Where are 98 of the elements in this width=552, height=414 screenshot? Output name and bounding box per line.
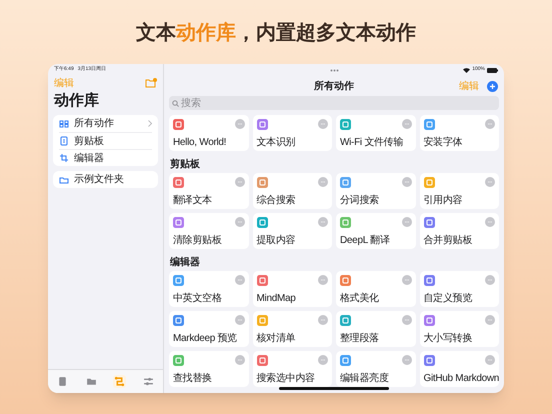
page-title: 所有动作 bbox=[314, 80, 354, 94]
action-tile[interactable]: 引用内容 bbox=[420, 173, 499, 209]
tab-item[interactable] bbox=[142, 375, 156, 388]
action-tile[interactable]: Wi-Fi 文件传输 bbox=[336, 115, 416, 151]
flow-icon bbox=[114, 376, 126, 387]
more-icon[interactable] bbox=[234, 315, 244, 325]
chevron-icon bbox=[148, 120, 152, 127]
more-icon[interactable] bbox=[318, 315, 328, 325]
action-label: 自定义预览 bbox=[424, 293, 474, 304]
search-icon bbox=[172, 100, 179, 106]
folder-icon bbox=[86, 376, 97, 387]
action-label: Markdeep 预览 bbox=[173, 333, 238, 344]
action-label: 查找替换 bbox=[173, 373, 213, 384]
battery-icon bbox=[487, 68, 498, 72]
plus-icon[interactable] bbox=[487, 80, 498, 92]
more-icon[interactable] bbox=[402, 275, 412, 285]
action-tile[interactable]: 综合搜索 bbox=[252, 173, 332, 209]
action-tile[interactable]: 文本识别 bbox=[252, 115, 332, 151]
folder-add-icon[interactable] bbox=[145, 78, 157, 88]
action-tile[interactable]: 自定义预览 bbox=[420, 271, 499, 307]
more-icon[interactable] bbox=[318, 275, 328, 285]
sidebar-item[interactable]: 编辑器 bbox=[59, 149, 152, 166]
action-label: 提取内容 bbox=[256, 235, 296, 246]
sliders-icon bbox=[143, 376, 154, 387]
section-title: 编辑器 bbox=[169, 256, 201, 270]
action-label: 大小写转换 bbox=[424, 333, 474, 344]
more-icon[interactable] bbox=[485, 177, 495, 187]
more-icon[interactable] bbox=[402, 177, 412, 187]
action-tile[interactable]: Hello, World! bbox=[169, 115, 248, 151]
action-tile[interactable]: 提取内容 bbox=[252, 213, 332, 249]
action-tile[interactable]: 搜索选中内容 bbox=[252, 351, 332, 387]
more-icon[interactable] bbox=[402, 119, 412, 129]
headline: 文本动作库，内置超多文本动作 bbox=[136, 20, 416, 46]
more-icon[interactable] bbox=[402, 315, 412, 325]
crop-icon bbox=[59, 153, 69, 163]
wifi-icon bbox=[463, 68, 470, 72]
action-tile[interactable]: 格式美化 bbox=[336, 271, 416, 307]
tab-item[interactable] bbox=[113, 375, 126, 388]
more-icon[interactable] bbox=[402, 217, 412, 227]
clipboard-icon bbox=[59, 136, 69, 146]
more-icon[interactable] bbox=[318, 217, 328, 227]
action-tile[interactable]: 中英文空格 bbox=[169, 271, 248, 307]
action-tile[interactable]: 翻译文本 bbox=[169, 173, 248, 209]
action-label: 合并剪贴板 bbox=[424, 235, 474, 246]
action-tile[interactable]: 大小写转换 bbox=[420, 311, 499, 347]
action-label: 文本识别 bbox=[256, 137, 296, 148]
more-icon[interactable] bbox=[318, 355, 328, 365]
action-label: MindMap bbox=[256, 293, 297, 304]
more-icon[interactable] bbox=[234, 217, 244, 227]
sidebar-item[interactable]: 剪贴板 bbox=[59, 132, 152, 149]
action-label: 中英文空格 bbox=[173, 293, 223, 304]
action-label: 编辑器亮度 bbox=[340, 373, 390, 384]
action-label: Wi-Fi 文件传输 bbox=[340, 137, 404, 148]
more-icon[interactable] bbox=[485, 275, 495, 285]
more-icon[interactable] bbox=[234, 119, 244, 129]
sidebar-item[interactable]: 示例文件夹 bbox=[59, 171, 152, 188]
action-label: 综合搜索 bbox=[256, 195, 296, 206]
action-label: 安装字体 bbox=[424, 137, 464, 148]
action-tile[interactable]: 分词搜索 bbox=[336, 173, 416, 209]
action-tile[interactable]: 查找替换 bbox=[169, 351, 248, 387]
action-tile[interactable]: GitHub Markdown bbox=[420, 351, 499, 387]
action-label: Hello, World! bbox=[173, 137, 228, 148]
more-icon[interactable] bbox=[485, 355, 495, 365]
folder-icon bbox=[59, 174, 69, 184]
action-tile[interactable]: 清除剪贴板 bbox=[169, 213, 248, 249]
action-label: 核对清单 bbox=[256, 333, 296, 344]
more-icon[interactable] bbox=[318, 177, 328, 187]
clipboard-icon bbox=[56, 376, 68, 387]
section-title: 剪贴板 bbox=[169, 158, 201, 172]
action-label: 分词搜索 bbox=[340, 195, 380, 206]
action-label: 清除剪贴板 bbox=[173, 235, 223, 246]
more-icon[interactable] bbox=[485, 315, 495, 325]
more-icon[interactable] bbox=[234, 275, 244, 285]
sidebar-title: 动作库 bbox=[52, 91, 100, 111]
action-tile[interactable]: 合并剪贴板 bbox=[420, 213, 499, 249]
action-tile[interactable]: DeepL 翻译 bbox=[336, 213, 416, 249]
action-label: DeepL 翻译 bbox=[340, 235, 390, 246]
action-tile[interactable]: Markdeep 预览 bbox=[169, 311, 248, 347]
more-icon[interactable] bbox=[234, 177, 244, 187]
more-icon[interactable] bbox=[318, 119, 328, 129]
action-label: 格式美化 bbox=[340, 293, 380, 304]
sidebar-item[interactable]: 所有动作 bbox=[59, 115, 152, 132]
action-label: 搜索选中内容 bbox=[256, 373, 316, 384]
action-label: 整理段落 bbox=[340, 333, 380, 344]
search-field[interactable]: 搜索 bbox=[169, 96, 499, 110]
more-icon[interactable] bbox=[485, 217, 495, 227]
more-icon[interactable] bbox=[485, 119, 495, 129]
grid-icon bbox=[59, 118, 69, 128]
action-tile[interactable]: 核对清单 bbox=[252, 311, 332, 347]
action-label: 翻译文本 bbox=[173, 195, 213, 206]
action-tile[interactable]: 整理段落 bbox=[336, 311, 416, 347]
dots-icon bbox=[330, 68, 338, 72]
action-label: 引用内容 bbox=[424, 195, 464, 206]
more-icon[interactable] bbox=[402, 355, 412, 365]
action-tile[interactable]: 安装字体 bbox=[420, 115, 499, 151]
more-icon[interactable] bbox=[234, 355, 244, 365]
action-tile[interactable]: MindMap bbox=[252, 271, 332, 307]
action-tile[interactable]: 编辑器亮度 bbox=[336, 351, 416, 387]
